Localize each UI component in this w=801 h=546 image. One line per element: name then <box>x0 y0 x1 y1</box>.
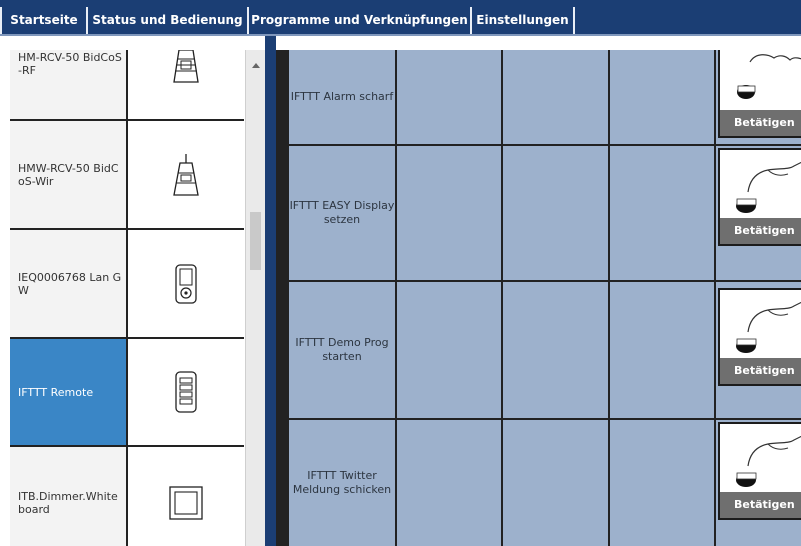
tab-status-und-bedienung[interactable]: Status und Bedienung <box>88 7 249 34</box>
program-action-cell: Betätigen <box>716 146 801 280</box>
top-navigation: Startseite Status und Bedienung Programm… <box>0 0 801 36</box>
program-cell <box>397 146 501 280</box>
device-name: ITB.Dimmer.Whiteboard <box>10 447 128 546</box>
receiver-icon <box>173 50 199 83</box>
program-name: IFTTT Demo Prog starten <box>289 282 395 418</box>
program-row: IFTTT Demo Prog starten Betätigen <box>276 282 801 418</box>
device-row[interactable]: IEQ0006768 Lan GW <box>10 230 244 339</box>
activate-button-label: Betätigen <box>720 492 801 518</box>
device-name: IFTTT Remote <box>10 339 128 445</box>
device-list-scrollbar[interactable] <box>245 50 265 546</box>
program-grid: IFTTT Alarm scharf Betätigen IFTTT EASY … <box>276 50 801 546</box>
panel-separator <box>265 36 276 546</box>
program-cell <box>610 146 714 280</box>
program-cell <box>610 420 714 546</box>
activate-button[interactable]: Betätigen <box>718 422 801 520</box>
program-action-cell: Betätigen <box>716 420 801 546</box>
tab-startseite[interactable]: Startseite <box>0 7 88 34</box>
device-name: HMW-RCV-50 BidCoS-Wir <box>10 121 128 228</box>
program-cell <box>397 282 501 418</box>
program-row: IFTTT Twitter Meldung schicken Betätigen <box>276 420 801 546</box>
device-list: HM-RCV-50 BidCoS-RF HMW-RCV-50 BidCoS-Wi… <box>10 50 244 546</box>
device-row[interactable]: HM-RCV-50 BidCoS-RF <box>10 50 244 121</box>
tab-programme-und-verknuepfungen[interactable]: Programme und Verknüpfungen <box>249 7 472 34</box>
program-cell <box>610 282 714 418</box>
hand-press-button-icon <box>736 435 801 487</box>
program-row: IFTTT EASY Display setzen Betätigen <box>276 146 801 280</box>
lan-gateway-icon <box>175 263 197 304</box>
activate-button-label: Betätigen <box>720 358 801 384</box>
program-cell <box>503 50 608 144</box>
scrollbar-thumb[interactable] <box>250 212 261 270</box>
program-cell <box>397 420 501 546</box>
wall-switch-icon <box>169 486 203 520</box>
device-row[interactable]: HMW-RCV-50 BidCoS-Wir <box>10 121 244 230</box>
device-name: HM-RCV-50 BidCoS-RF <box>10 50 128 119</box>
program-name: IFTTT EASY Display setzen <box>289 146 395 280</box>
program-cell <box>503 420 608 546</box>
hand-press-button-icon <box>736 301 801 353</box>
program-row: IFTTT Alarm scharf Betätigen <box>276 50 801 144</box>
hand-press-button-icon <box>737 54 801 99</box>
program-cell <box>503 146 608 280</box>
program-cell <box>503 282 608 418</box>
device-row[interactable]: ITB.Dimmer.Whiteboard <box>10 447 244 546</box>
program-cell <box>610 50 714 144</box>
hand-press-button-icon <box>736 161 801 213</box>
activate-button[interactable]: Betätigen <box>718 288 801 386</box>
program-name: IFTTT Alarm scharf <box>289 50 395 144</box>
program-action-cell: Betätigen <box>716 50 801 144</box>
arrow-up-icon[interactable] <box>252 63 260 68</box>
program-action-cell: Betätigen <box>716 282 801 418</box>
activate-button[interactable]: Betätigen <box>718 50 801 138</box>
activate-button-label: Betätigen <box>720 110 801 136</box>
program-cell <box>397 50 501 144</box>
tab-einstellungen[interactable]: Einstellungen <box>472 7 575 34</box>
program-name: IFTTT Twitter Meldung schicken <box>289 420 395 546</box>
receiver-antenna-icon <box>173 153 199 196</box>
activate-button[interactable]: Betätigen <box>718 148 801 246</box>
remote-icon <box>175 371 197 413</box>
device-row[interactable]: IFTTT Remote <box>10 339 244 447</box>
activate-button-label: Betätigen <box>720 218 801 244</box>
device-name: IEQ0006768 Lan GW <box>10 230 128 337</box>
